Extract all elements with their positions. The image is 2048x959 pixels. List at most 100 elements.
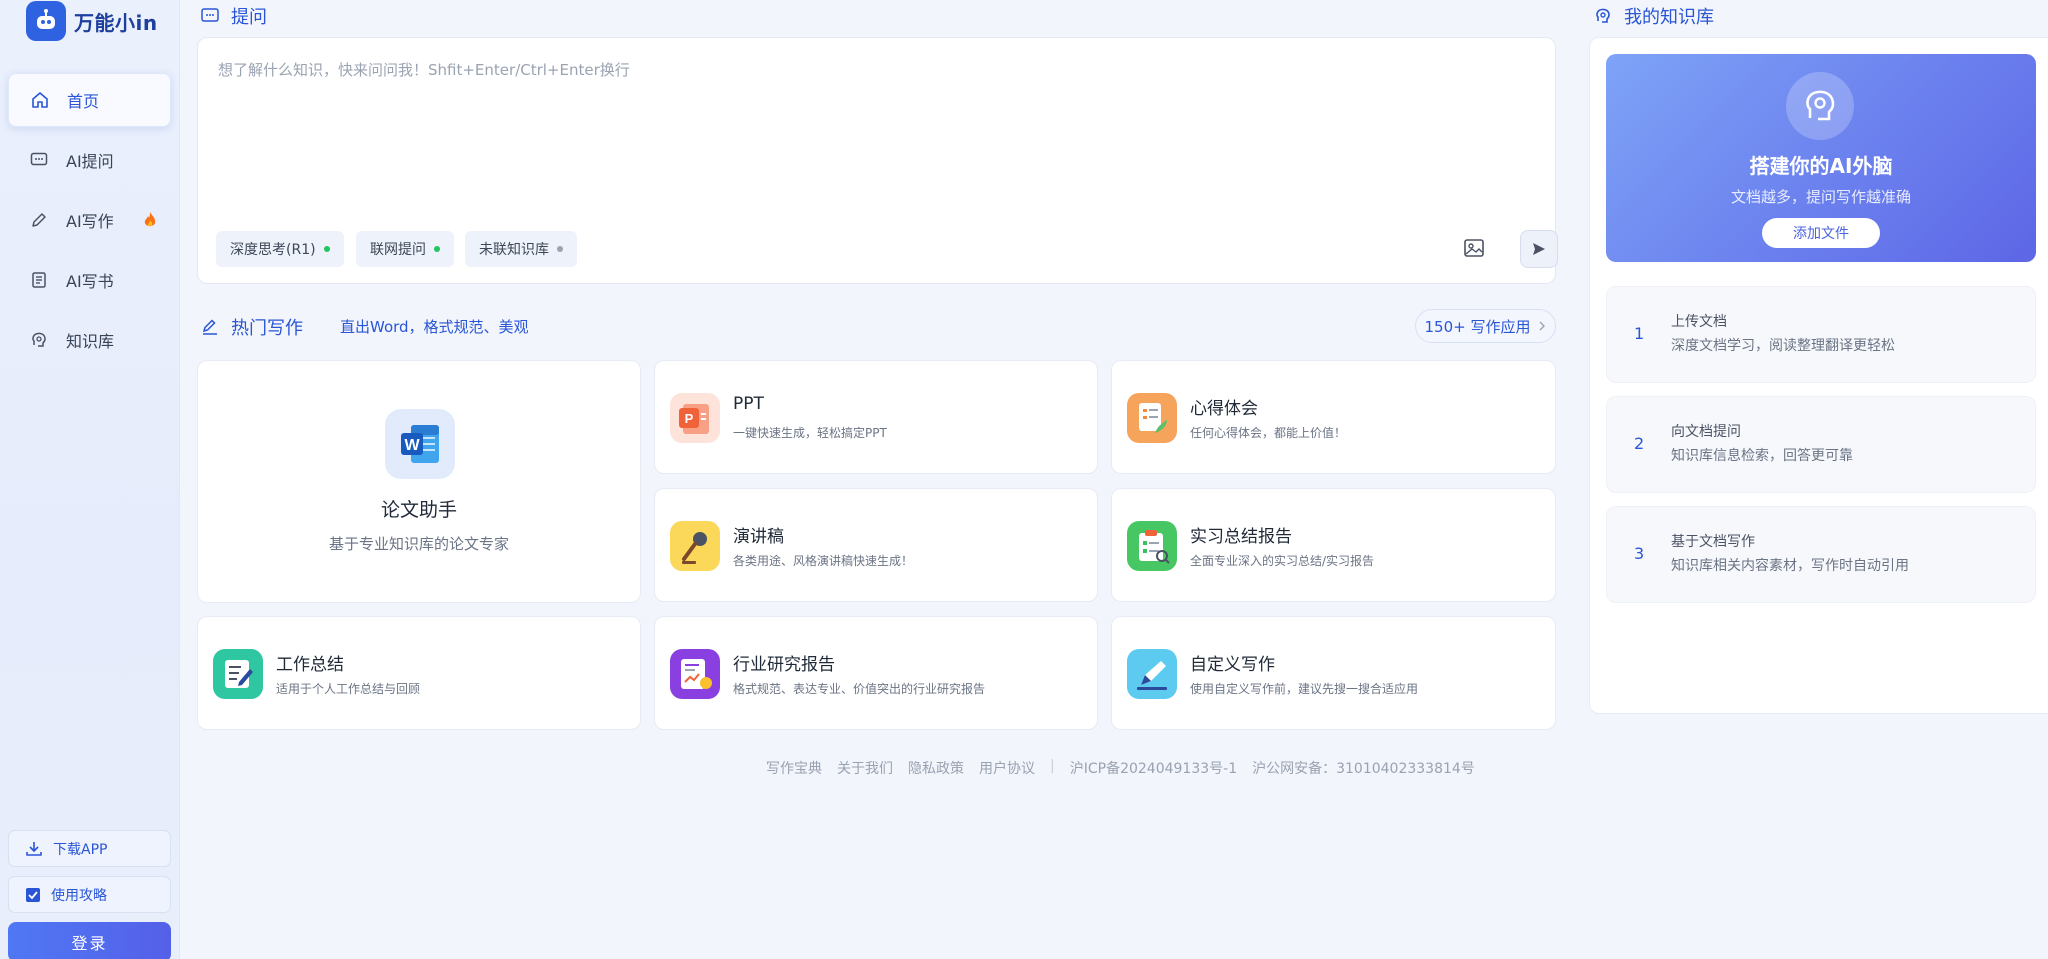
sidebar-item-label: AI写书 — [66, 272, 114, 291]
step-title: 向文档提问 — [1671, 424, 1741, 440]
knowledge-panel: 搭建你的AI外脑 文档越多，提问写作越准确 添加文件 1 上传文档 深度文档学习… — [1589, 37, 2048, 714]
step-number: 3 — [1634, 544, 1645, 563]
knowledge-section-title: 我的知识库 — [1594, 3, 1714, 29]
report-icon — [670, 649, 720, 699]
brain-icon — [1786, 72, 1854, 140]
download-app-button[interactable]: 下载APP — [8, 830, 171, 867]
notes-icon — [1127, 393, 1177, 443]
card-title: 自定义写作 — [1190, 655, 1275, 675]
card-desc: 基于专业知识库的论文专家 — [328, 535, 509, 553]
chat-icon — [30, 152, 48, 166]
pen-icon — [202, 319, 217, 335]
card-ppt[interactable]: P PPT 一键快速生成，轻松搞定PPT — [654, 360, 1098, 474]
ask-title: 提问 — [231, 7, 267, 28]
step-number: 2 — [1634, 434, 1645, 453]
card-internship-report[interactable]: 实习总结报告 全面专业深入的实习总结/实习报告 — [1111, 488, 1556, 602]
card-title: 工作总结 — [276, 655, 344, 675]
footer-link-agreement[interactable]: 用户协议 — [979, 758, 1035, 778]
image-upload-icon[interactable] — [1463, 237, 1485, 259]
footer-link-privacy[interactable]: 隐私政策 — [908, 758, 964, 778]
guide-label: 使用攻略 — [51, 887, 107, 904]
step-desc: 深度文档学习，阅读整理翻译更轻松 — [1671, 338, 1895, 354]
robot-logo-icon — [26, 1, 66, 41]
word-icon: W — [385, 409, 455, 479]
card-desc: 一键快速生成，轻松搞定PPT — [733, 426, 887, 440]
sidebar: 万能小in 首页 AI提问 AI写作 AI写书 知识库 下载APP 使用攻略 登… — [0, 0, 180, 959]
send-icon — [1533, 243, 1545, 255]
knowledge-hero-subtitle: 文档越多，提问写作越准确 — [1730, 188, 1911, 206]
guide-check-icon — [26, 887, 40, 902]
sidebar-item-label: 知识库 — [66, 332, 115, 351]
step-number: 1 — [1634, 324, 1645, 343]
card-desc: 各类用途、风格演讲稿快速生成！ — [733, 554, 914, 568]
step-desc: 知识库相关内容素材，写作时自动引用 — [1671, 558, 1909, 574]
ask-section-title: 提问 — [201, 3, 267, 29]
chat-icon — [201, 8, 219, 22]
home-icon — [32, 92, 48, 108]
edit-icon — [213, 649, 263, 699]
sidebar-item-label: 首页 — [67, 92, 100, 111]
card-thesis-assistant[interactable]: W 论文助手 基于专业知识库的论文专家 — [197, 360, 641, 603]
download-icon — [26, 841, 42, 856]
chip-label: 联网提问 — [370, 242, 426, 258]
hot-writing-title: 热门写作 — [201, 314, 303, 340]
chevron-right-icon — [1539, 321, 1546, 331]
brain-icon — [1596, 8, 1610, 23]
microphone-icon — [670, 521, 720, 571]
step-write-docs[interactable]: 3 基于文档写作 知识库相关内容素材，写作时自动引用 — [1606, 506, 2036, 603]
card-custom-writing[interactable]: 自定义写作 使用自定义写作前，建议先搜一搜合适应用 — [1111, 616, 1556, 730]
card-desc: 适用于个人工作总结与回顾 — [276, 682, 421, 696]
card-title: 心得体会 — [1190, 399, 1258, 419]
footer-icp[interactable]: 沪ICP备2024049133号-1 — [1070, 758, 1237, 778]
chip-deep-think[interactable]: 深度思考(R1) — [216, 231, 344, 267]
knowledge-title: 我的知识库 — [1624, 7, 1714, 28]
card-work-summary[interactable]: 工作总结 适用于个人工作总结与回顾 — [197, 616, 641, 730]
more-apps-button[interactable]: 150+ 写作应用 — [1415, 309, 1556, 343]
status-dot — [557, 246, 563, 252]
footer-link-about[interactable]: 关于我们 — [837, 758, 893, 778]
card-speech[interactable]: 演讲稿 各类用途、风格演讲稿快速生成！ — [654, 488, 1098, 602]
step-ask-docs[interactable]: 2 向文档提问 知识库信息检索，回答更可靠 — [1606, 396, 2036, 493]
status-dot — [434, 246, 440, 252]
card-industry-report[interactable]: 行业研究报告 格式规范、表达专业、价值突出的行业研究报告 — [654, 616, 1098, 730]
card-title: PPT — [733, 394, 764, 414]
svg-text:W: W — [404, 437, 420, 454]
knowledge-hero: 搭建你的AI外脑 文档越多，提问写作越准确 添加文件 — [1606, 54, 2036, 262]
sidebar-item-ai-book[interactable]: AI写书 — [8, 253, 171, 307]
card-desc: 格式规范、表达专业、价值突出的行业研究报告 — [733, 682, 986, 696]
chip-knowledge-base[interactable]: 未联知识库 — [465, 231, 577, 267]
download-app-label: 下载APP — [53, 841, 108, 858]
sidebar-item-ai-ask[interactable]: AI提问 — [8, 133, 171, 187]
step-desc: 知识库信息检索，回答更可靠 — [1671, 448, 1853, 464]
app-name: 万能小in — [74, 10, 158, 35]
chip-label: 未联知识库 — [479, 242, 549, 258]
card-reflection[interactable]: 心得体会 任何心得体会，都能上价值！ — [1111, 360, 1556, 474]
chip-label: 深度思考(R1) — [230, 242, 316, 258]
step-title: 上传文档 — [1671, 314, 1727, 330]
sidebar-item-home[interactable]: 首页 — [8, 73, 171, 127]
chip-web-search[interactable]: 联网提问 — [356, 231, 454, 267]
sidebar-item-label: AI提问 — [66, 152, 114, 171]
card-title: 行业研究报告 — [733, 655, 835, 675]
status-dot — [323, 246, 330, 252]
card-desc: 使用自定义写作前，建议先搜一搜合适应用 — [1190, 682, 1419, 696]
footer-police[interactable]: 沪公网安备：31010402333814号 — [1252, 758, 1475, 778]
ask-input[interactable]: 想了解什么知识，快来问问我！Shfit+Enter/Ctrl+Enter换行 — [218, 59, 630, 80]
knowledge-hero-title: 搭建你的AI外脑 — [1749, 154, 1893, 178]
sidebar-item-ai-write[interactable]: AI写作 — [8, 193, 171, 247]
more-apps-label: 150+ 写作应用 — [1424, 317, 1531, 336]
hot-writing-label: 热门写作 — [231, 318, 303, 339]
sidebar-item-knowledge[interactable]: 知识库 — [8, 313, 171, 367]
step-upload[interactable]: 1 上传文档 深度文档学习，阅读整理翻译更轻松 — [1606, 286, 2036, 383]
footer-link-guide[interactable]: 写作宝典 — [766, 758, 822, 778]
add-file-button[interactable]: 添加文件 — [1762, 218, 1880, 248]
svg-text:P: P — [685, 411, 694, 426]
send-button[interactable] — [1520, 230, 1558, 268]
guide-button[interactable]: 使用攻略 — [8, 876, 171, 913]
sidebar-nav: 首页 AI提问 AI写作 AI写书 知识库 — [8, 73, 171, 373]
ask-input-box[interactable]: 想了解什么知识，快来问问我！Shfit+Enter/Ctrl+Enter换行 深… — [197, 37, 1558, 284]
sidebar-item-label: AI写作 — [66, 212, 114, 231]
logo[interactable]: 万能小in — [26, 0, 158, 42]
login-button[interactable]: 登录 — [8, 922, 171, 959]
ppt-icon: P — [670, 393, 720, 443]
